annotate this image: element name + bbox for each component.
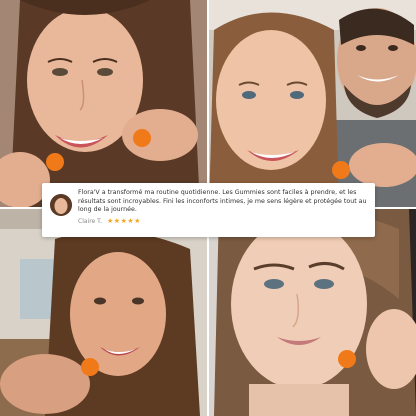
photo-woman-top-left-image (0, 0, 207, 207)
photo-woman-bottom-left-image (0, 209, 207, 416)
gummy-icon (133, 129, 151, 147)
review-text: Flora'V a transformé ma routine quotidie… (78, 189, 367, 214)
reviewer-avatar-image (50, 194, 72, 216)
star-icon: ★ (127, 216, 134, 225)
reviewer-avatar (50, 194, 72, 216)
review-footer: Claire T. ★ ★ ★ ★ ★ (78, 216, 367, 225)
photo-couple-top-right-image (209, 0, 416, 207)
rating-stars: ★ ★ ★ ★ ★ (107, 216, 141, 225)
photo-woman-bottom-left (0, 209, 207, 416)
star-icon: ★ (120, 216, 127, 225)
star-icon: ★ (107, 216, 114, 225)
photo-woman-top-left (0, 0, 207, 207)
photo-woman-bottom-right (209, 209, 416, 416)
star-icon: ★ (113, 216, 121, 225)
review-author: Claire T. (78, 217, 102, 225)
review-card: Flora'V a transformé ma routine quotidie… (42, 183, 375, 237)
photo-couple-top-right (209, 0, 416, 207)
photo-woman-bottom-right-image (209, 209, 416, 416)
star-icon: ★ (134, 216, 141, 225)
photo-grid: Flora'V a transformé ma routine quotidie… (0, 0, 416, 416)
